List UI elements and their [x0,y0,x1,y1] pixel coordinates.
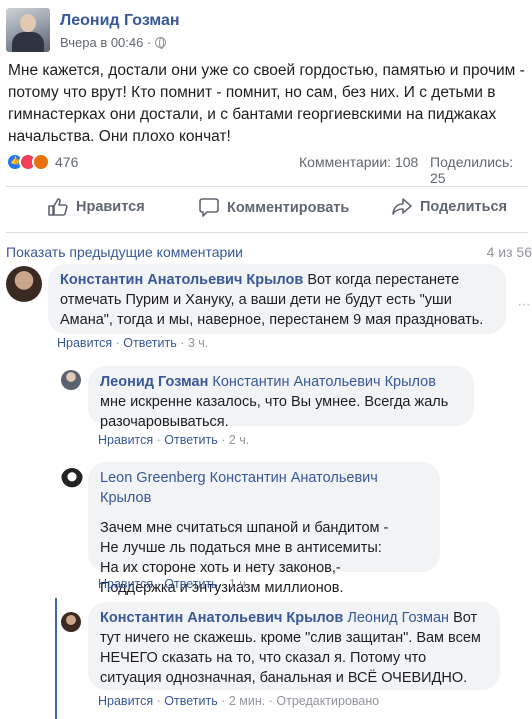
comment-button[interactable]: Комментировать [199,198,349,217]
comment-time[interactable]: 1 ч. [229,577,249,591]
comment-bubble: Leon Greenberg Константин Анатольевич Кр… [88,462,440,596]
commenter-avatar[interactable] [61,612,81,632]
comment-mention[interactable]: Леонид Гозман [347,610,449,626]
comments-count[interactable]: Комментарии: 108 [299,154,418,170]
post-author-name[interactable]: Леонид Гозман [60,12,180,30]
like-button-label: Нравится [76,199,145,215]
comment-author[interactable]: Leon Greenberg [100,470,206,486]
poem-line: Зачем мне считаться шпаной и бандитом - [100,520,389,536]
poem-line: На их стороне хоть и нету законов,- [100,560,341,576]
comment-like-link[interactable]: Нравится [98,433,153,447]
angry-reaction-icon [32,153,50,171]
post-stats: 476 Комментарии: 108 Поделились: 25 [6,153,530,186]
comment-reply-link[interactable]: Ответить [123,336,176,350]
comment-text: мне искренне казалось, что Вы умнее. Все… [100,394,449,430]
comment-button-label: Комментировать [227,199,350,216]
comment-footer: Нравится · Ответить · 3 ч. [57,336,209,350]
comment-like-link[interactable]: Нравится [57,336,112,350]
comment-reply-link[interactable]: Ответить [164,577,217,591]
comments-header: Показать предыдущие комментарии 4 из 56 [6,244,532,260]
comment-bubble: Константин Анатольевич Крылов Вот когда … [48,264,506,334]
comment-bubble-icon [199,198,219,217]
divider [6,186,528,187]
comment-reply: Leon Greenberg Константин Анатольевич Кр… [0,460,532,596]
thumbs-up-icon [48,198,68,216]
comment-author[interactable]: Константин Анатольевич Крылов [100,610,343,626]
comment-like-link[interactable]: Нравится [98,694,153,708]
comments-shown-count: 4 из 56 [486,244,532,260]
comment-footer: Нравится · Ответить · 2 мин. · Отредакти… [98,694,380,708]
commenter-avatar[interactable] [61,468,83,490]
comment: Константин Анатольевич Крылов Вот когда … [0,262,532,358]
reactions-count: 476 [55,154,79,170]
comment-like-link[interactable]: Нравится [98,577,153,591]
more-dots-icon[interactable]: ··· [517,296,531,314]
commenter-avatar[interactable] [61,370,81,390]
comment-time[interactable]: 2 мин. [229,694,265,708]
show-previous-comments-link[interactable]: Показать предыдущие комментарии [6,244,243,260]
comment-bubble: Леонид Гозман Константин Анатольевич Кры… [88,366,474,430]
comment-footer: Нравится · Ответить · 1 ч. [98,577,250,591]
post-text: Мне кажется, достали они уже со своей го… [8,62,525,145]
comment-edited-label[interactable]: Отредактировано [276,694,379,708]
share-arrow-icon [392,198,412,215]
comment-reply: Леонид Гозман Константин Анатольевич Кры… [0,364,532,454]
post-actions: Нравится Комментировать Поделиться [0,192,532,226]
post-timestamp[interactable]: Вчера в 00:46 · [60,35,151,50]
comment-bubble: Константин Анатольевич Крылов Леонид Гоз… [88,602,500,690]
comment-footer: Нравится · Ответить · 2 ч. [98,433,250,447]
comment-time[interactable]: 3 ч. [188,336,208,350]
reactions-summary[interactable]: 476 [6,153,78,171]
share-button[interactable]: Поделиться [392,198,507,216]
comment-time[interactable]: 2 ч. [229,433,249,447]
comment-author[interactable]: Леонид Гозман [100,374,208,390]
shares-count[interactable]: Поделились: 25 [430,154,530,186]
poem-line: Не лучше ль податься мне в антисемиты: [100,540,382,556]
comment-reply: Константин Анатольевич Крылов Леонид Гоз… [0,600,532,719]
commenter-avatar[interactable] [6,266,42,302]
author-avatar[interactable] [6,8,50,52]
comment-mention[interactable]: Константин Анатольевич Крылов [212,374,436,390]
post-meta: Вчера в 00:46 · [60,35,167,50]
share-button-label: Поделиться [420,199,508,215]
comment-reply-link[interactable]: Ответить [164,694,217,708]
like-button[interactable]: Нравится [48,198,145,216]
globe-icon [155,37,167,49]
post-header: Леонид Гозман Вчера в 00:46 · [6,4,526,58]
comment-author[interactable]: Константин Анатольевич Крылов [60,272,303,288]
comment-reply-link[interactable]: Ответить [164,433,217,447]
divider [6,232,528,233]
